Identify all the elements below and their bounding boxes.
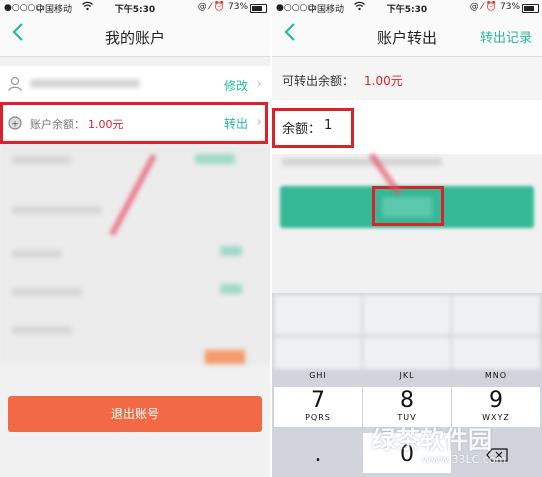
watermark-logo: 绿茶软件园: [372, 426, 492, 454]
key-blurred[interactable]: [274, 337, 362, 369]
battery-icon: [250, 4, 267, 13]
key-6-letters: MNO: [484, 371, 508, 380]
status-icons: @ ⁄ ⏰ 73%: [197, 2, 248, 12]
user-icon: [8, 76, 22, 96]
page-title: 我的账户: [104, 29, 165, 47]
available-label: 可转出余额：: [282, 74, 355, 88]
navigation-bar: 账户转出 转出记录: [272, 16, 542, 57]
transfer-history-link[interactable]: 转出记录: [480, 27, 532, 46]
status-icons: @ ⁄ ⏰ 73%: [469, 2, 520, 12]
status-bar: ●○○○○ 中国移动 下午5:30 @ ⁄ ⏰ 73%: [0, 0, 270, 16]
chevron-right-icon: ›: [256, 76, 262, 92]
available-balance: 可转出余额： 1.00元: [272, 57, 542, 99]
confirm-highlight: [372, 186, 444, 226]
key-5-letters: JKL: [399, 371, 415, 380]
key-4-letters: GHI: [309, 371, 327, 380]
available-value: 1.00元: [364, 74, 403, 88]
key-dot[interactable]: .: [274, 433, 362, 473]
navigation-bar: 我的账户: [0, 16, 270, 57]
key-7[interactable]: 7 PQRS: [274, 387, 362, 427]
masked-username: [30, 79, 140, 88]
key-blurred[interactable]: [363, 337, 451, 369]
amount-highlight: [272, 108, 354, 148]
logout-button[interactable]: 退出账号: [8, 396, 262, 432]
key-blurred[interactable]: [274, 295, 362, 335]
balance-highlight: [0, 102, 268, 144]
blurred-hint: [282, 158, 442, 166]
edit-link[interactable]: 修改: [224, 77, 248, 94]
my-account-screen: ●○○○○ 中国移动 下午5:30 @ ⁄ ⏰ 73% 我的账户 修改 › + …: [0, 0, 270, 477]
watermark-url: www.33LC.com: [422, 453, 507, 466]
key-blurred[interactable]: [452, 337, 540, 369]
battery-icon: [522, 4, 539, 13]
transfer-out-screen: ●○○○○ 中国移动 下午5:30 @ ⁄ ⏰ 73% 账户转出 转出记录 可转…: [272, 0, 542, 477]
user-row[interactable]: 修改 ›: [0, 66, 270, 102]
key-blurred[interactable]: [452, 295, 540, 335]
status-bar: ●○○○○ 中国移动 下午5:30 @ ⁄ ⏰ 73%: [272, 0, 542, 16]
blurred-content: [0, 140, 270, 365]
key-blurred[interactable]: [363, 295, 451, 335]
